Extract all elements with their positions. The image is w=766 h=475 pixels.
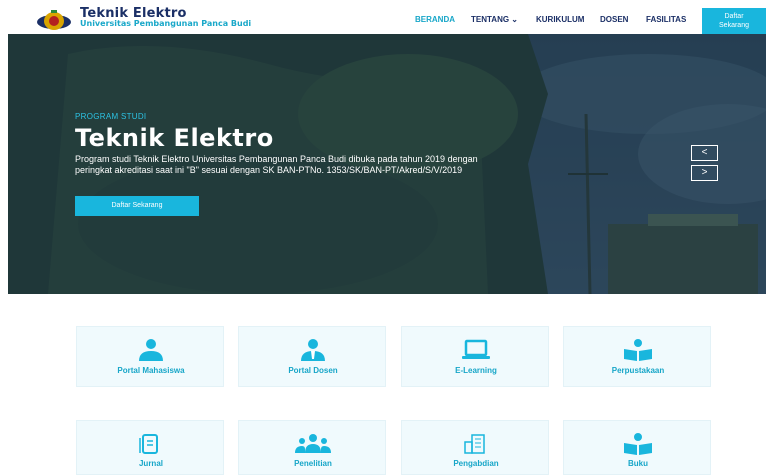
card-penelitian[interactable]: Penelitian — [238, 420, 386, 475]
card-portal-mahasiswa[interactable]: Portal Mahasiswa — [76, 326, 224, 387]
nav-item-kurikulum[interactable]: KURIKULUM — [536, 16, 584, 24]
hero-description: Program studi Teknik Elektro Universitas… — [75, 154, 478, 175]
hero-eyebrow: PROGRAM STUDI — [75, 112, 147, 121]
book-reader-icon — [624, 339, 652, 361]
student-icon — [139, 339, 163, 361]
nav-item-fasilitas[interactable]: FASILITAS — [646, 16, 686, 24]
card-perpustakaan[interactable]: Perpustakaan — [563, 326, 711, 387]
hero-title: Teknik Elektro — [75, 124, 274, 152]
university-logo-icon[interactable] — [36, 9, 72, 31]
book-reader-icon — [624, 433, 652, 455]
navbar: Teknik Elektro Universitas Pembangunan P… — [0, 0, 766, 34]
card-label: Portal Mahasiswa — [117, 366, 185, 375]
laptop-icon — [462, 339, 490, 359]
card-portal-dosen[interactable]: Portal Dosen — [238, 326, 386, 387]
group-icon — [295, 434, 331, 453]
nav-item-dosen[interactable]: DOSEN — [600, 16, 628, 24]
nav-item-tentang[interactable]: TENTANG ⌄ — [471, 16, 518, 24]
card-jurnal[interactable]: Jurnal — [76, 420, 224, 475]
card-label: Portal Dosen — [288, 366, 338, 375]
card-label: Penelitian — [294, 459, 332, 468]
card-label: Perpustakaan — [611, 366, 665, 375]
card-pengabdian[interactable]: Pengabdian — [401, 420, 549, 475]
lecturer-icon — [301, 339, 325, 361]
register-button[interactable]: Daftar Sekarang — [702, 8, 766, 34]
journal-icon — [139, 434, 158, 454]
card-label: Jurnal — [138, 459, 163, 468]
nav-item-beranda[interactable]: BERANDA — [415, 16, 455, 24]
card-e-learning[interactable]: E-Learning — [401, 326, 549, 387]
brand-subtitle: Universitas Pembangunan Panca Budi — [80, 19, 252, 28]
card-buku[interactable]: Buku — [563, 420, 711, 475]
building-icon — [464, 434, 485, 454]
card-label: Buku — [628, 459, 648, 468]
carousel-prev-button[interactable]: < — [691, 145, 718, 161]
card-label: E-Learning — [455, 366, 497, 375]
hero-banner: PROGRAM STUDI Teknik Elektro Program stu… — [8, 34, 766, 294]
carousel-next-button[interactable]: > — [691, 165, 718, 181]
card-label: Pengabdian — [453, 459, 499, 468]
hero-register-button[interactable]: Daftar Sekarang — [75, 196, 199, 216]
